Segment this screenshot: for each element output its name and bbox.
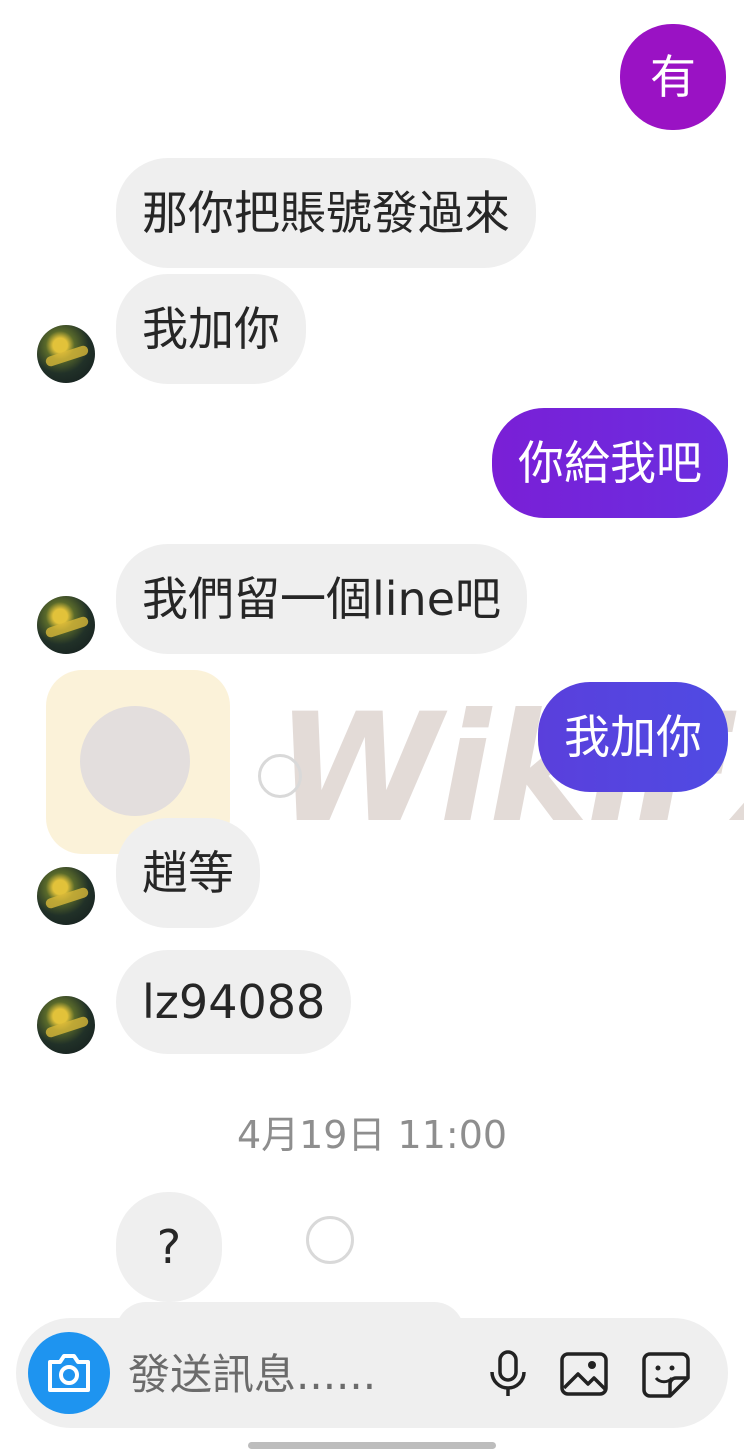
contact-avatar[interactable] — [37, 596, 95, 654]
message-bubble-outgoing[interactable]: 我加你 — [538, 682, 728, 792]
message-text: 我加你 — [564, 710, 702, 764]
message-input[interactable] — [126, 1340, 460, 1408]
contact-avatar[interactable] — [37, 996, 95, 1054]
home-indicator — [248, 1442, 496, 1449]
message-text: ? — [156, 1220, 182, 1274]
contact-avatar[interactable] — [37, 325, 95, 383]
message-composer — [16, 1318, 728, 1428]
contact-avatar[interactable] — [37, 867, 95, 925]
message-bubble-incoming[interactable]: 那你把賬號發過來 — [116, 158, 536, 268]
message-timestamp: 4月19日 11:00 — [236, 1113, 508, 1157]
camera-button[interactable] — [28, 1332, 110, 1414]
message-text: 那你把賬號發過來 — [142, 186, 510, 240]
message-text: 我們留一個line吧 — [142, 572, 502, 626]
microphone-icon[interactable] — [482, 1348, 534, 1400]
sticker-icon[interactable] — [640, 1348, 692, 1400]
message-bubble-outgoing[interactable]: 有 — [620, 24, 726, 130]
message-text: 我加你 — [142, 302, 280, 356]
message-text: 你給我吧 — [518, 436, 702, 490]
message-text: lz94088 — [142, 975, 326, 1029]
message-text: 有 — [650, 50, 696, 104]
camera-icon — [48, 1354, 90, 1392]
loading-circle-icon — [306, 1216, 354, 1264]
gallery-icon[interactable] — [558, 1348, 610, 1400]
message-bubble-incoming[interactable]: 我們留一個line吧 — [116, 544, 528, 654]
message-text: 趙等 — [142, 846, 234, 900]
message-bubble-incoming[interactable]: ? — [116, 1192, 222, 1302]
loading-circle-icon — [258, 754, 302, 798]
message-bubble-incoming[interactable]: 趙等 — [116, 818, 260, 928]
message-bubble-outgoing[interactable]: 你給我吧 — [492, 408, 728, 518]
message-bubble-incoming[interactable]: 我加你 — [116, 274, 306, 384]
message-bubble-incoming[interactable]: lz94088 — [116, 950, 352, 1054]
